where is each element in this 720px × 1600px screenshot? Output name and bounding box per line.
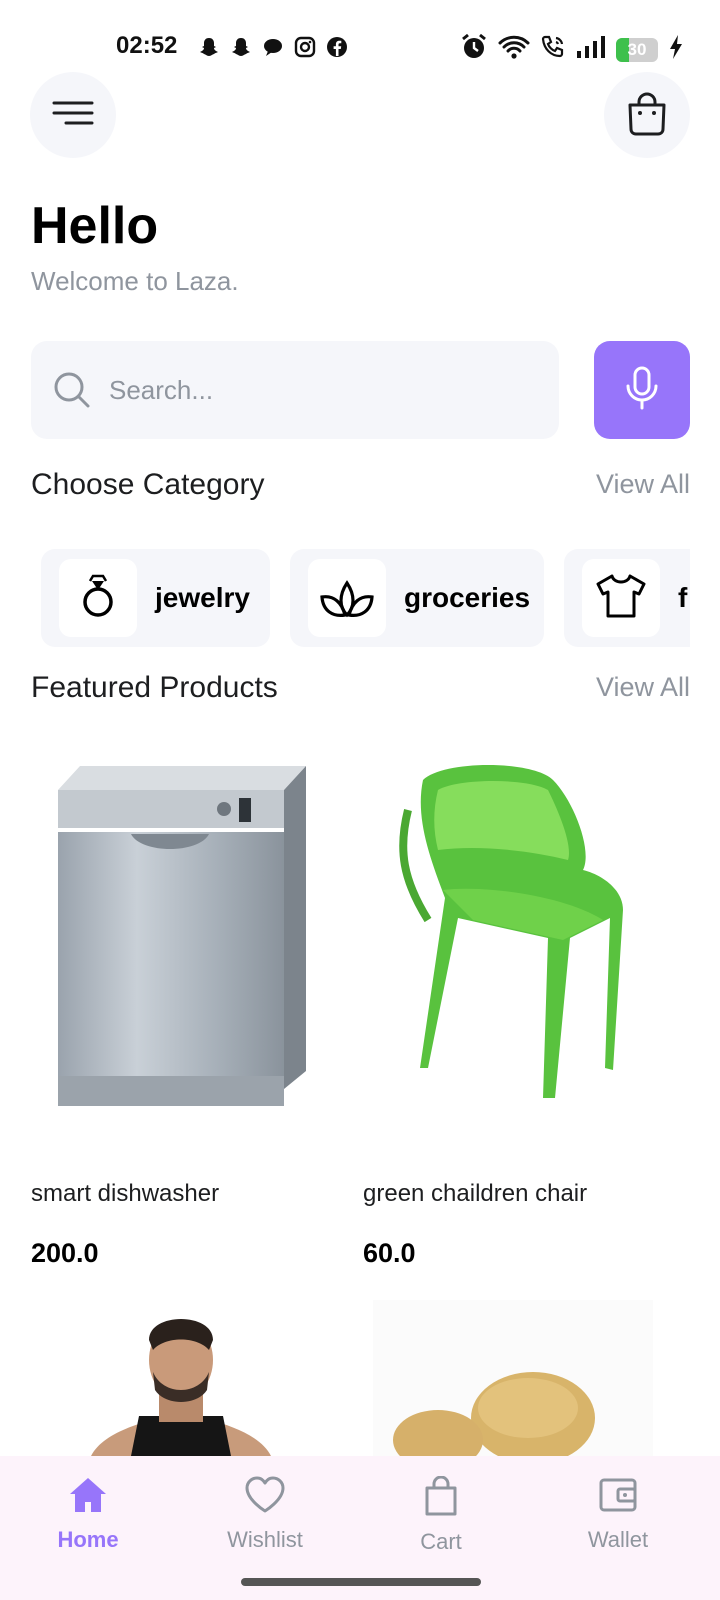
greeting-title: Hello	[31, 197, 159, 255]
category-label: jewelry	[155, 582, 250, 613]
signal-icon	[576, 35, 606, 64]
category-section-title: Choose Category	[31, 468, 265, 501]
welcome-subtitle: Welcome to Laza.	[31, 266, 239, 296]
category-list: jewelry groceries f	[41, 549, 690, 647]
category-chip-groceries[interactable]: groceries	[290, 549, 544, 647]
facebook-icon	[326, 36, 348, 58]
nav-wallet[interactable]: Wallet	[558, 1476, 678, 1553]
category-view-all-link[interactable]: View All	[596, 469, 690, 500]
category-icon-box	[582, 559, 660, 637]
nav-label: Wishlist	[227, 1527, 303, 1552]
tshirt-icon	[595, 573, 647, 624]
instagram-icon	[294, 36, 316, 58]
search-icon	[53, 371, 91, 414]
green-chair-image	[399, 765, 623, 1098]
product-price: 200.0	[31, 1238, 99, 1268]
cart-bag-button[interactable]	[604, 72, 690, 158]
notification-icons	[198, 36, 348, 58]
menu-button[interactable]	[30, 72, 116, 158]
shopping-bag-icon	[381, 1475, 501, 1521]
product-card-man-tanktop[interactable]	[31, 1300, 331, 1456]
snapchat-icon	[230, 36, 252, 58]
home-indicator[interactable]	[241, 1578, 481, 1586]
leaf-icon	[319, 573, 375, 624]
status-time: 02:52	[116, 32, 178, 59]
product-name: smart dishwasher	[31, 1180, 220, 1207]
category-icon-box	[308, 559, 386, 637]
search-box[interactable]	[31, 341, 559, 439]
product-price: 60.0	[363, 1238, 416, 1268]
battery-percent: 30	[627, 39, 647, 59]
snapchat-icon	[198, 36, 220, 58]
voice-search-button[interactable]	[594, 341, 690, 439]
system-icons: 30	[460, 33, 658, 66]
featured-section-title: Featured Products	[31, 671, 278, 704]
man-tanktop-image	[91, 1319, 271, 1456]
featured-view-all-link[interactable]: View All	[596, 672, 690, 703]
dishwasher-image	[58, 766, 306, 1106]
category-label: groceries	[404, 582, 531, 613]
wifi-call-icon	[540, 34, 566, 65]
nav-cart[interactable]: Cart	[381, 1475, 501, 1555]
category-icon-box	[59, 559, 137, 637]
ring-icon	[78, 573, 118, 624]
category-chip-fashion[interactable]: f	[564, 549, 690, 647]
alarm-icon	[460, 33, 488, 66]
chat-bubble-icon	[262, 36, 284, 58]
menu-icon	[51, 98, 95, 133]
wallet-icon	[558, 1476, 678, 1519]
nav-label: Cart	[420, 1529, 462, 1554]
wifi-icon	[498, 34, 530, 65]
battery-icon: 30	[616, 37, 658, 62]
home-icon	[28, 1476, 148, 1519]
product-card-potatoes[interactable]	[363, 1300, 663, 1456]
status-bar: 02:52 30	[0, 0, 720, 72]
nav-wishlist[interactable]: Wishlist	[205, 1476, 325, 1553]
shopping-bag-icon	[625, 90, 669, 141]
category-chip-jewelry[interactable]: jewelry	[41, 549, 270, 647]
heart-icon	[205, 1476, 325, 1519]
nav-label: Wallet	[587, 1527, 649, 1552]
category-label: f	[678, 582, 688, 613]
search-input[interactable]	[109, 341, 529, 439]
microphone-icon	[625, 366, 659, 415]
charging-icon	[668, 34, 684, 65]
nav-label: Home	[57, 1527, 119, 1552]
nav-home[interactable]: Home	[28, 1476, 148, 1553]
potatoes-image	[373, 1300, 653, 1456]
product-name: green chaildren chair	[363, 1180, 588, 1207]
